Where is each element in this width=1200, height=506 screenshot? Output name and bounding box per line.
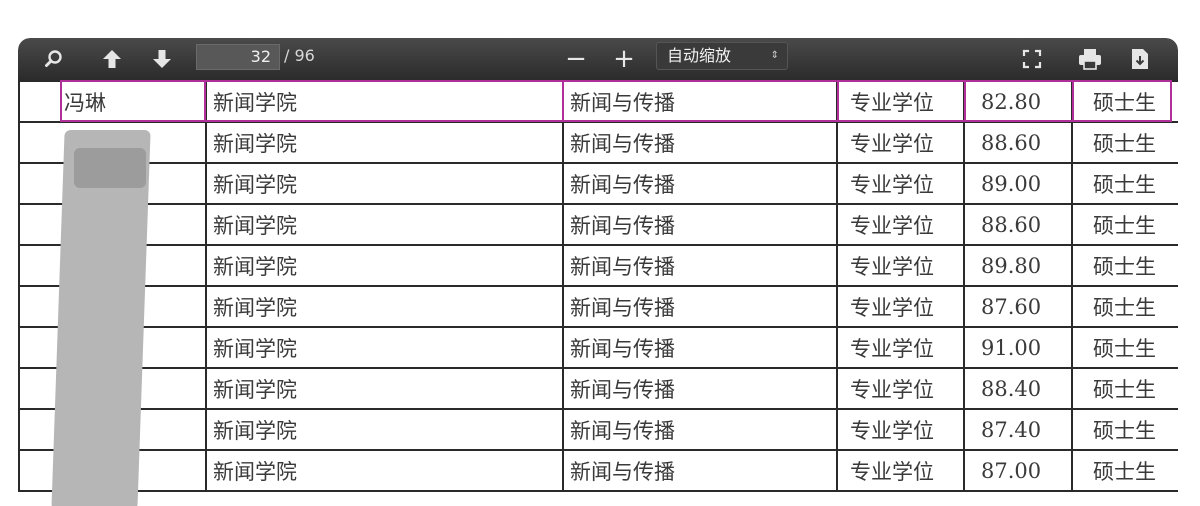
cell-school: 新闻学院: [205, 285, 564, 328]
page-total: / 96: [284, 46, 315, 65]
cell-major: 新闻与传播: [562, 121, 838, 164]
pdf-toolbar: 32 / 96 − + 自动缩放 ⇕: [18, 38, 1178, 80]
zoom-select[interactable]: 自动缩放 ⇕: [656, 42, 788, 70]
table-row: 新闻学院 新闻与传播 专业学位 88.40 硕士生: [18, 367, 1178, 410]
cell-score: 89.80: [963, 244, 1073, 287]
table-row: 冯琳 新闻学院 新闻与传播 专业学位 82.80 硕士生: [18, 80, 1178, 123]
fullscreen-icon[interactable]: [1018, 45, 1046, 73]
cell-score: 87.00: [963, 449, 1073, 492]
cell-level: 硕士生: [1071, 285, 1178, 328]
cell-major: 新闻与传播: [562, 244, 838, 287]
cell-score: 91.00: [963, 326, 1073, 369]
cell-major: 新闻与传播: [562, 326, 838, 369]
cell-school: 新闻学院: [205, 449, 564, 492]
cell-degree-type: 专业学位: [836, 244, 965, 287]
table-row: 新闻学院 新闻与传播 专业学位 89.80 硕士生: [18, 244, 1178, 287]
document-page: 冯琳 新闻学院 新闻与传播 专业学位 82.80 硕士生 新闻学院 新闻与传播 …: [18, 80, 1178, 492]
table-row: 新闻学院 新闻与传播 专业学位 88.60 硕士生: [18, 203, 1178, 246]
cell-degree-type: 专业学位: [836, 162, 965, 205]
cell-major: 新闻与传播: [562, 162, 838, 205]
cell-level: 硕士生: [1071, 121, 1178, 164]
zoom-out-button[interactable]: −: [562, 44, 590, 74]
print-icon[interactable]: [1076, 45, 1104, 73]
cell-degree-type: 专业学位: [836, 121, 965, 164]
cell-school: 新闻学院: [205, 244, 564, 287]
arrow-down-icon[interactable]: [148, 45, 176, 73]
cell-score: 87.60: [963, 285, 1073, 328]
redaction-mark: [74, 148, 146, 188]
cell-score: 89.00: [963, 162, 1073, 205]
cell-school: 新闻学院: [205, 326, 564, 369]
cell-degree-type: 专业学位: [836, 449, 965, 492]
cell-name: 冯琳: [18, 80, 207, 123]
cell-major: 新闻与传播: [562, 408, 838, 451]
table-row: 新闻学院 新闻与传播 专业学位 89.00 硕士生: [18, 162, 1178, 205]
cell-score: 88.40: [963, 367, 1073, 410]
cell-score: 88.60: [963, 121, 1073, 164]
cell-school: 新闻学院: [205, 121, 564, 164]
table-row: 新闻学院 新闻与传播 专业学位 87.60 硕士生: [18, 285, 1178, 328]
cell-level: 硕士生: [1071, 244, 1178, 287]
cell-major: 新闻与传播: [562, 367, 838, 410]
cell-degree-type: 专业学位: [836, 408, 965, 451]
table-row: 新闻学院 新闻与传播 专业学位 87.00 硕士生: [18, 449, 1178, 492]
cell-school: 新闻学院: [205, 367, 564, 410]
cell-score: 87.40: [963, 408, 1073, 451]
cell-level: 硕士生: [1071, 408, 1178, 451]
page-number-input[interactable]: 32: [196, 44, 280, 70]
download-icon[interactable]: [1126, 45, 1154, 73]
table-row: 新闻学院 新闻与传播 专业学位 91.00 硕士生: [18, 326, 1178, 369]
arrow-up-icon[interactable]: [98, 45, 126, 73]
zoom-in-button[interactable]: +: [610, 44, 638, 74]
cell-major: 新闻与传播: [562, 203, 838, 246]
score-table: 冯琳 新闻学院 新闻与传播 专业学位 82.80 硕士生 新闻学院 新闻与传播 …: [18, 80, 1178, 492]
cell-school: 新闻学院: [205, 408, 564, 451]
cell-major: 新闻与传播: [562, 80, 838, 123]
cell-school: 新闻学院: [205, 203, 564, 246]
cell-level: 硕士生: [1071, 449, 1178, 492]
table-row: 新闻学院 新闻与传播 专业学位 88.60 硕士生: [18, 121, 1178, 164]
cell-level: 硕士生: [1071, 203, 1178, 246]
cell-major: 新闻与传播: [562, 285, 838, 328]
cell-level: 硕士生: [1071, 80, 1178, 123]
table-row: 新闻学院 新闻与传播 专业学位 87.40 硕士生: [18, 408, 1178, 451]
cell-score: 82.80: [963, 80, 1073, 123]
cell-degree-type: 专业学位: [836, 80, 965, 123]
pdf-viewer: 32 / 96 − + 自动缩放 ⇕ 冯琳 新闻学院 新闻与传播 专业学位 82…: [18, 38, 1178, 506]
cell-school: 新闻学院: [205, 162, 564, 205]
cell-level: 硕士生: [1071, 326, 1178, 369]
cell-degree-type: 专业学位: [836, 285, 965, 328]
cell-score: 88.60: [963, 203, 1073, 246]
cell-degree-type: 专业学位: [836, 326, 965, 369]
zoom-select-value: 自动缩放: [667, 46, 732, 65]
cell-degree-type: 专业学位: [836, 367, 965, 410]
cell-level: 硕士生: [1071, 162, 1178, 205]
cell-degree-type: 专业学位: [836, 203, 965, 246]
cell-major: 新闻与传播: [562, 449, 838, 492]
cell-school: 新闻学院: [205, 80, 564, 123]
chevron-updown-icon: ⇕: [770, 50, 779, 61]
cell-level: 硕士生: [1071, 367, 1178, 410]
search-icon[interactable]: [40, 45, 68, 73]
